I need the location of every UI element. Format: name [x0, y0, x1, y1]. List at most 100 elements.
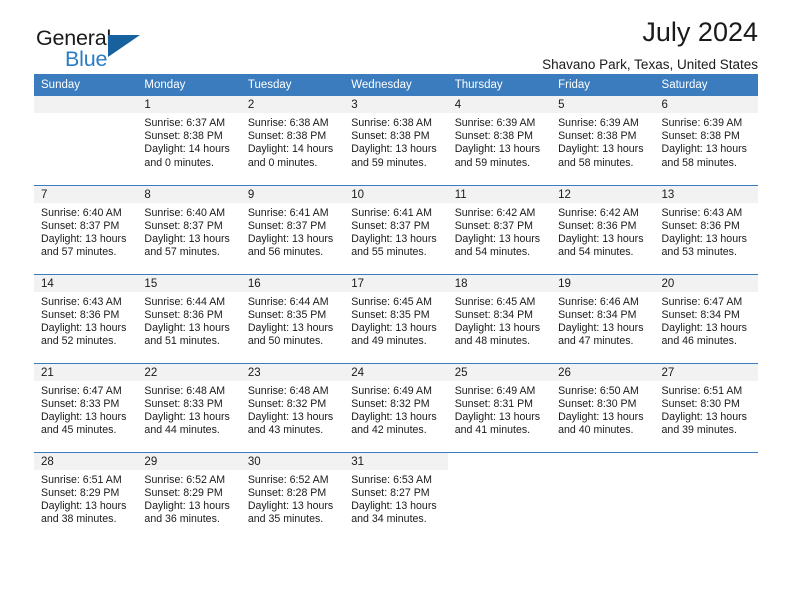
calendar-week-row: 28 Sunrise: 6:51 AM Sunset: 8:29 PM Dayligh…: [34, 452, 758, 541]
daylight-line: Daylight: 13 hours: [41, 499, 127, 512]
weekday-header-row: Sunday Monday Tuesday Wednesday Thursday Frid…: [34, 74, 758, 96]
day-cell: 1 Sunrise: 6:37 AM Sunset: 8:38 PM Daylight…: [137, 96, 241, 185]
page-header: General Blue July 2024 Shavano Park, Tex…: [34, 0, 758, 74]
calendar-cell[interactable]: 3 Sunrise: 6:38 AM Sunset: 8:38 PM Daylight…: [344, 96, 448, 186]
calendar-cell[interactable]: 30 Sunrise: 6:52 AM Sunset: 8:28 PM Dayligh…: [240, 452, 345, 541]
weekday-header-thursday: Thursday: [447, 74, 552, 96]
calendar-cell[interactable]: 19 Sunrise: 6:46 AM Sunset: 8:34 PM Dayligh…: [551, 274, 655, 364]
sunrise-line: Sunrise: 6:39 AM: [558, 117, 639, 129]
day-number: 21: [34, 363, 138, 381]
day-cell: 5 Sunrise: 6:39 AM Sunset: 8:38 PM Daylight…: [551, 96, 655, 185]
day-cell: 19 Sunrise: 6:46 AM Sunset: 8:34 PM Dayligh…: [551, 274, 655, 363]
day-details: Sunrise: 6:42 AM Sunset: 8:37 PM Daylight:…: [448, 203, 551, 260]
calendar-cell[interactable]: 20 Sunrise: 6:47 AM Sunset: 8:34 PM Dayligh…: [654, 274, 758, 364]
page-title: July 2024: [642, 17, 758, 47]
daylight-line: Daylight: 13 hours: [351, 143, 437, 156]
calendar-cell[interactable]: 22 Sunrise: 6:48 AM Sunset: 8:33 PM Dayligh…: [137, 363, 241, 453]
sunset-line: Sunset: 8:38 PM: [351, 130, 430, 143]
calendar-cell[interactable]: 10 Sunrise: 6:41 AM Sunset: 8:37 PM Dayligh…: [344, 185, 448, 275]
day-details: Sunrise: 6:43 AM Sunset: 8:36 PM Daylight:…: [655, 203, 758, 260]
sunrise-line: Sunrise: 6:49 AM: [454, 384, 536, 397]
day-number: 17: [344, 274, 448, 292]
calendar-cell[interactable]: 23 Sunrise: 6:48 AM Sunset: 8:32 PM Dayligh…: [240, 363, 345, 453]
title-block: July 2024 Shavano Park, Texas, United St…: [542, 17, 758, 73]
calendar-cell[interactable]: 1 Sunrise: 6:37 AM Sunset: 8:38 PM Daylight…: [137, 96, 241, 186]
calendar-cell[interactable]: 17 Sunrise: 6:45 AM Sunset: 8:35 PM Dayligh…: [344, 274, 448, 364]
sunset-line: Sunset: 8:29 PM: [144, 486, 223, 499]
calendar-cell[interactable]: 29 Sunrise: 6:52 AM Sunset: 8:29 PM Dayligh…: [137, 452, 241, 541]
sunrise-line: Sunrise: 6:40 AM: [41, 206, 122, 219]
calendar-cell[interactable]: 2 Sunrise: 6:38 AM Sunset: 8:38 PM Daylight…: [240, 96, 345, 186]
daylight-line: Daylight: 13 hours: [661, 410, 747, 423]
sunrise-line: Sunrise: 6:51 AM: [661, 384, 743, 397]
sunset-line: Sunset: 8:35 PM: [247, 308, 327, 321]
daylight-line-cont: and 57 minutes.: [144, 246, 220, 259]
day-details: [34, 113, 137, 117]
sunset-line: Sunset: 8:38 PM: [454, 130, 534, 143]
daylight-line: Daylight: 13 hours: [454, 143, 541, 156]
day-cell: 24 Sunrise: 6:49 AM Sunset: 8:32 PM Dayligh…: [344, 363, 448, 452]
weekday-header-monday: Monday: [137, 74, 241, 96]
sunset-line: Sunset: 8:35 PM: [351, 308, 430, 321]
daylight-line: Daylight: 13 hours: [558, 143, 644, 156]
day-details: Sunrise: 6:37 AM Sunset: 8:38 PM Daylight:…: [137, 113, 240, 170]
day-cell: 10 Sunrise: 6:41 AM Sunset: 8:37 PM Dayligh…: [344, 185, 448, 274]
calendar-cell[interactable]: 18 Sunrise: 6:45 AM Sunset: 8:34 PM Dayligh…: [447, 274, 552, 364]
sunrise-line: Sunrise: 6:39 AM: [661, 117, 743, 129]
calendar-week-row: 1 Sunrise: 6:37 AM Sunset: 8:38 PM Daylight…: [34, 96, 758, 186]
calendar-cell[interactable]: 9 Sunrise: 6:41 AM Sunset: 8:37 PM Daylight…: [240, 185, 345, 275]
calendar-cell[interactable]: 15 Sunrise: 6:44 AM Sunset: 8:36 PM Dayligh…: [137, 274, 241, 364]
daylight-line-cont: and 52 minutes.: [41, 335, 117, 348]
day-cell: [34, 96, 138, 185]
calendar-cell[interactable]: 13 Sunrise: 6:43 AM Sunset: 8:36 PM Dayligh…: [654, 185, 758, 275]
day-details: Sunrise: 6:45 AM Sunset: 8:35 PM Daylight:…: [344, 292, 447, 349]
calendar-cell[interactable]: 12 Sunrise: 6:42 AM Sunset: 8:36 PM Dayligh…: [551, 185, 655, 275]
calendar-week-row: 21 Sunrise: 6:47 AM Sunset: 8:33 PM Dayligh…: [34, 363, 758, 453]
calendar-cell[interactable]: 14 Sunrise: 6:43 AM Sunset: 8:36 PM Dayligh…: [34, 274, 138, 364]
calendar-cell[interactable]: 24 Sunrise: 6:49 AM Sunset: 8:32 PM Dayligh…: [344, 363, 448, 453]
calendar-cell: [551, 452, 655, 541]
daylight-line-cont: and 45 minutes.: [41, 424, 117, 437]
calendar-cell[interactable]: 28 Sunrise: 6:51 AM Sunset: 8:29 PM Dayligh…: [34, 452, 138, 541]
day-details: [448, 470, 551, 474]
calendar-cell[interactable]: 5 Sunrise: 6:39 AM Sunset: 8:38 PM Daylight…: [551, 96, 655, 186]
sunset-line: Sunset: 8:37 PM: [247, 219, 327, 232]
sunrise-line: Sunrise: 6:52 AM: [247, 473, 329, 486]
calendar-cell[interactable]: 25 Sunrise: 6:49 AM Sunset: 8:31 PM Dayligh…: [447, 363, 552, 453]
calendar-cell[interactable]: 6 Sunrise: 6:39 AM Sunset: 8:38 PM Daylight…: [654, 96, 758, 186]
logo-triangle-icon: [108, 35, 140, 57]
sunrise-line: Sunrise: 6:45 AM: [454, 295, 536, 308]
day-cell: 15 Sunrise: 6:44 AM Sunset: 8:36 PM Dayligh…: [137, 274, 241, 363]
sunset-line: Sunset: 8:34 PM: [661, 308, 740, 321]
calendar-cell[interactable]: 7 Sunrise: 6:40 AM Sunset: 8:37 PM Daylight…: [34, 185, 138, 275]
day-cell: 17 Sunrise: 6:45 AM Sunset: 8:35 PM Dayligh…: [344, 274, 448, 363]
day-number: 6: [654, 96, 758, 113]
sunset-line: Sunset: 8:31 PM: [454, 397, 534, 410]
calendar-cell[interactable]: 26 Sunrise: 6:50 AM Sunset: 8:30 PM Dayligh…: [551, 363, 655, 453]
sunrise-line: Sunrise: 6:41 AM: [351, 206, 432, 219]
daylight-line: Daylight: 13 hours: [351, 321, 437, 334]
daylight-line-cont: and 47 minutes.: [558, 335, 634, 348]
sunrise-line: Sunrise: 6:45 AM: [351, 295, 432, 308]
calendar-cell[interactable]: 8 Sunrise: 6:40 AM Sunset: 8:37 PM Daylight…: [137, 185, 241, 275]
calendar-cell[interactable]: 16 Sunrise: 6:44 AM Sunset: 8:35 PM Dayligh…: [240, 274, 345, 364]
day-number: 15: [137, 274, 241, 292]
sunset-line: Sunset: 8:36 PM: [661, 219, 740, 232]
day-details: Sunrise: 6:39 AM Sunset: 8:38 PM Daylight:…: [448, 113, 551, 170]
calendar-cell[interactable]: 27 Sunrise: 6:51 AM Sunset: 8:30 PM Dayligh…: [654, 363, 758, 453]
day-details: Sunrise: 6:39 AM Sunset: 8:38 PM Daylight:…: [655, 113, 758, 170]
calendar-cell[interactable]: 21 Sunrise: 6:47 AM Sunset: 8:33 PM Dayligh…: [34, 363, 138, 453]
daylight-line-cont: and 53 minutes.: [661, 246, 737, 259]
day-details: Sunrise: 6:41 AM Sunset: 8:37 PM Daylight:…: [344, 203, 447, 260]
day-number: 20: [654, 274, 758, 292]
day-details: Sunrise: 6:44 AM Sunset: 8:36 PM Daylight:…: [137, 292, 240, 349]
day-details: Sunrise: 6:47 AM Sunset: 8:33 PM Daylight:…: [34, 381, 137, 438]
sunset-line: Sunset: 8:38 PM: [144, 130, 223, 143]
day-number: 28: [34, 452, 138, 470]
day-number: 13: [654, 185, 758, 203]
day-cell: [654, 452, 758, 542]
calendar-cell[interactable]: 31 Sunrise: 6:53 AM Sunset: 8:27 PM Dayligh…: [344, 452, 448, 541]
calendar-cell[interactable]: 4 Sunrise: 6:39 AM Sunset: 8:38 PM Daylight…: [447, 96, 552, 186]
calendar-cell[interactable]: 11 Sunrise: 6:42 AM Sunset: 8:37 PM Dayligh…: [447, 185, 552, 275]
calendar-page: General Blue July 2024 Shavano Park, Tex…: [0, 0, 792, 612]
